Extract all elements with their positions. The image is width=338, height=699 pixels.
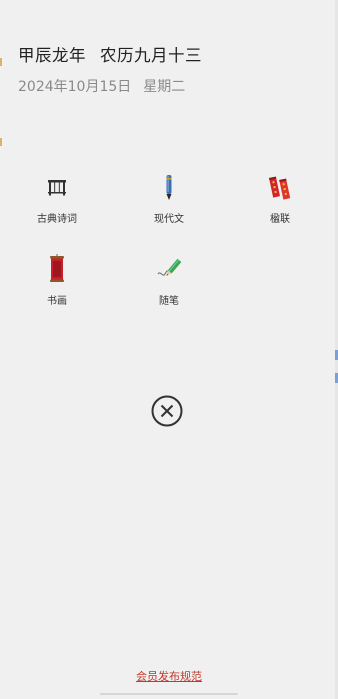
weekday: 星期二 <box>143 79 186 95</box>
home-indicator[interactable] <box>100 693 238 695</box>
left-edge-marker <box>0 138 2 146</box>
close-button[interactable] <box>151 395 183 427</box>
member-posting-rules-link[interactable]: 会员发布规范 <box>0 668 338 684</box>
category-label: 古典诗词 <box>37 214 77 225</box>
category-essays[interactable]: 随笔 <box>129 252 209 307</box>
scroll-icon <box>40 252 74 286</box>
category-calligraphy-painting[interactable]: 书画 <box>17 252 97 307</box>
category-label: 楹联 <box>270 214 290 225</box>
left-edge-marker <box>0 58 2 66</box>
category-couplets[interactable]: 楹联 <box>240 170 320 225</box>
ganzhi-year: 甲辰龙年 <box>18 46 86 65</box>
pen-icon <box>152 170 186 204</box>
category-classical-poetry[interactable]: 古典诗词 <box>17 170 97 225</box>
category-label: 现代文 <box>154 214 184 225</box>
gregorian-line: 2024年10月15日 星期二 <box>18 76 320 96</box>
category-modern-prose[interactable]: 现代文 <box>129 170 209 225</box>
pencil-icon <box>152 252 186 286</box>
guqin-icon <box>40 170 74 204</box>
couplet-icon <box>263 170 297 204</box>
category-label: 书画 <box>47 296 67 307</box>
category-label: 随笔 <box>159 296 179 307</box>
lunar-title: 甲辰龙年 农历九月十三 <box>18 42 320 66</box>
gregorian-date: 2024年10月15日 <box>18 79 132 95</box>
date-header: 甲辰龙年 农历九月十三 2024年10月15日 星期二 <box>18 42 320 96</box>
lunar-date: 农历九月十三 <box>100 46 202 65</box>
close-icon <box>151 395 183 427</box>
